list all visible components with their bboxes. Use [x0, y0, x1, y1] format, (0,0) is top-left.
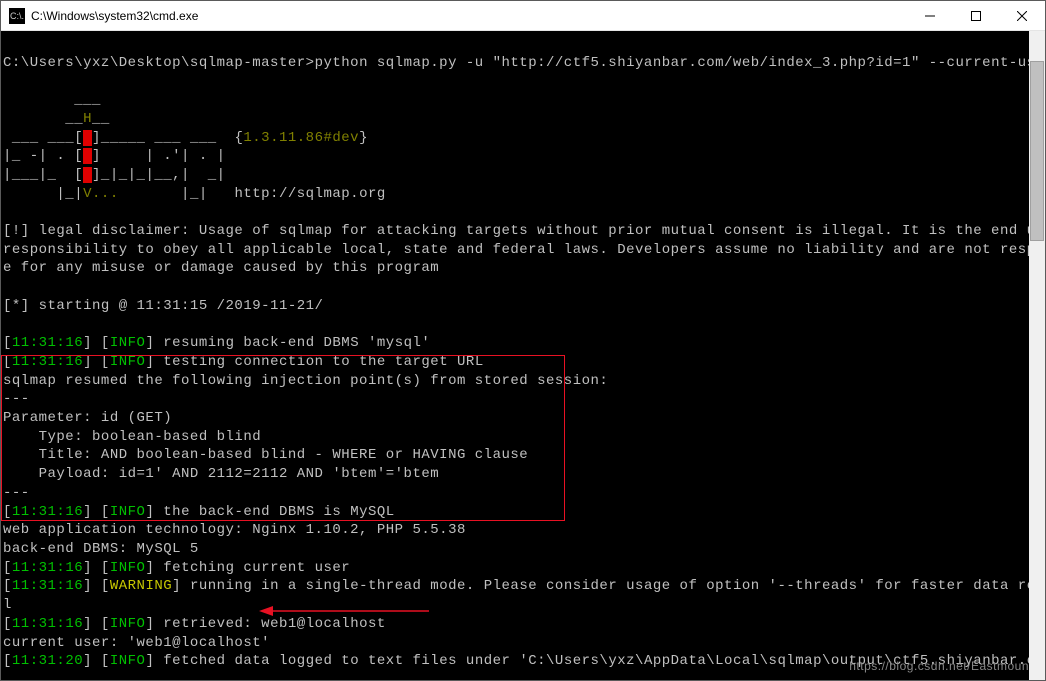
banner-line: |_| [3, 186, 83, 202]
minimize-button[interactable] [907, 1, 953, 30]
banner-line: ___ ___[ [3, 130, 83, 146]
log-msg: retrieved: web1@localhost [163, 616, 386, 632]
banner-line: ]_____ ___ ___ { [92, 130, 243, 146]
banner-line: __ [92, 111, 110, 127]
separator: --- [3, 485, 30, 501]
banner-glyph: " [83, 130, 92, 146]
log-time: 11:31:16 [12, 560, 83, 576]
banner-line: |___|_ [ [3, 167, 83, 183]
tech-line: web application technology: Nginx 1.10.2… [3, 522, 466, 538]
log-msg: testing connection to the target URL [163, 354, 483, 370]
current-user-line: current user: 'web1@localhost' [3, 635, 270, 651]
banner-h: H [83, 111, 92, 127]
log-level-info: INFO [110, 560, 146, 576]
log-level-info: INFO [110, 354, 146, 370]
type-line: Type: boolean-based blind [3, 429, 261, 445]
maximize-button[interactable] [953, 1, 999, 30]
parameter-line: Parameter: id (GET) [3, 410, 172, 426]
cmd-icon: C:\. [9, 8, 25, 24]
banner-line: ]_|_|_|__,| _| [92, 167, 226, 183]
log-msg: sqlmap resumed the following injection p… [3, 373, 608, 389]
close-button[interactable] [999, 1, 1045, 30]
window-title: C:\Windows\system32\cmd.exe [31, 9, 907, 23]
title-bar: C:\. C:\Windows\system32\cmd.exe [1, 1, 1045, 31]
log-time: 11:31:16 [12, 335, 83, 351]
prompt-path: C:\Users\yxz\Desktop\sqlmap-master> [3, 55, 315, 71]
log-time: 11:31:16 [12, 354, 83, 370]
log-time: 11:31:16 [12, 504, 83, 520]
log-time: 11:31:16 [12, 616, 83, 632]
log-msg: resuming back-end DBMS 'mysql' [163, 335, 430, 351]
log-time: 11:31:20 [12, 653, 83, 669]
minimize-icon [925, 11, 935, 21]
starting-line: [*] starting @ 11:31:15 /2019-11-21/ [3, 298, 323, 314]
separator: --- [3, 391, 30, 407]
banner-line: __ [3, 111, 83, 127]
title-line: Title: AND boolean-based blind - WHERE o… [3, 447, 528, 463]
log-level-info: INFO [110, 504, 146, 520]
banner-line: ] | .'| . | [92, 148, 226, 164]
dbms-line: back-end DBMS: MySQL 5 [3, 541, 199, 557]
log-time: 11:31:16 [12, 578, 83, 594]
close-icon [1017, 11, 1027, 21]
banner-url: |_| http://sqlmap.org [119, 186, 386, 202]
log-level-info: INFO [110, 616, 146, 632]
log-level-warning: WARNING [110, 578, 172, 594]
legal-disclaimer: [!] legal disclaimer: Usage of sqlmap fo… [3, 223, 1045, 276]
terminal-output[interactable]: C:\Users\yxz\Desktop\sqlmap-master>pytho… [1, 31, 1045, 680]
prompt-command: python sqlmap.py -u "http://ctf5.shiyanb… [315, 55, 1045, 71]
log-msg: the back-end DBMS is MySQL [163, 504, 394, 520]
scrollbar-thumb[interactable] [1030, 61, 1044, 241]
watermark-text: https://blog.csdn.net/Eastmoun [849, 657, 1029, 676]
log-level-info: INFO [110, 335, 146, 351]
vertical-scrollbar[interactable] [1029, 31, 1045, 680]
maximize-icon [971, 11, 981, 21]
log-level-info: INFO [110, 653, 146, 669]
window-controls [907, 1, 1045, 30]
payload-line: Payload: id=1' AND 2112=2112 AND 'btem'=… [3, 466, 439, 482]
banner-v: V... [83, 186, 119, 202]
banner-glyph: " [83, 167, 92, 183]
banner-version: 1.3.11.86#dev [243, 130, 359, 146]
cmd-window: C:\. C:\Windows\system32\cmd.exe C:\User… [0, 0, 1046, 681]
log-msg: fetching current user [163, 560, 350, 576]
banner-line: ___ [3, 92, 101, 108]
banner-line: |_ -| . [ [3, 148, 83, 164]
banner-line: } [359, 130, 368, 146]
banner-glyph: ) [83, 148, 92, 164]
